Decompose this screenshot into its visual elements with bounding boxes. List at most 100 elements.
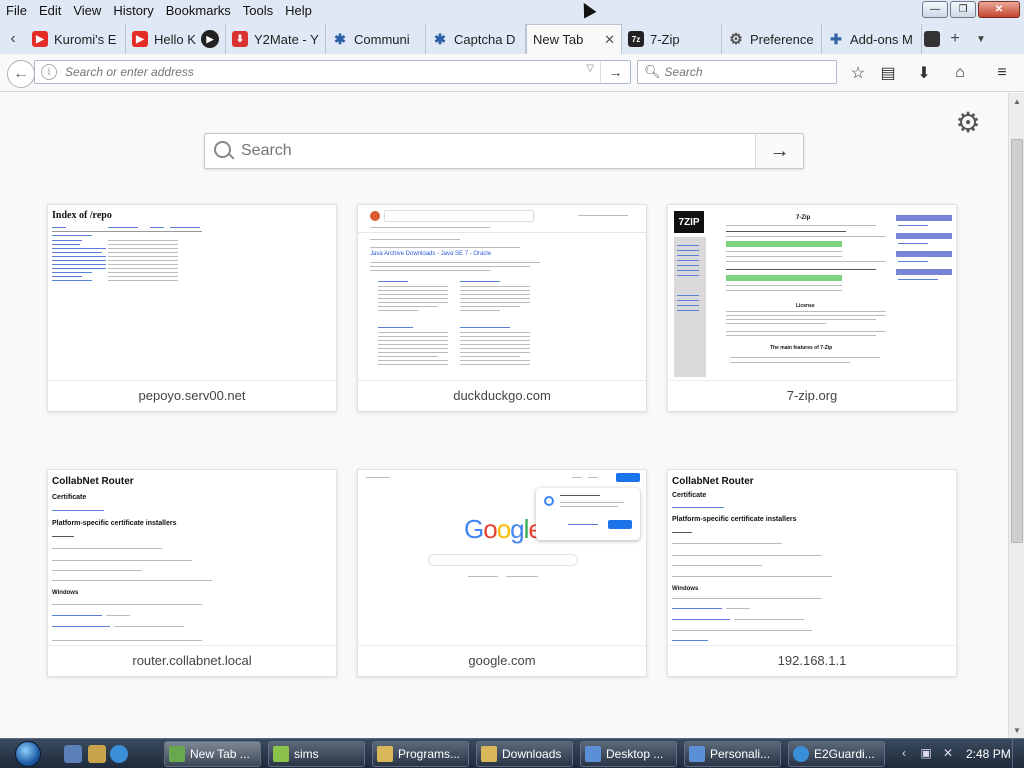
tab-7zip[interactable]: 7z 7-Zip — [622, 24, 722, 54]
thumb-subheading: Windows — [52, 590, 79, 596]
search-bar[interactable]: 🔍︎ — [637, 60, 837, 84]
downloads-icon[interactable]: ⬇ — [913, 62, 935, 84]
sign-in-popup-thumb — [536, 488, 640, 540]
new-tab-page: ⚙ → Index of /repo pepoyo.serv00. — [0, 93, 1008, 738]
thumb-heading: Index of /repo — [52, 210, 112, 221]
taskbar-button-label: Personali... — [710, 747, 771, 761]
new-tab-plus-icon[interactable]: + — [942, 24, 968, 54]
clock[interactable]: 2:48 PM — [966, 747, 1011, 761]
tab-hello[interactable]: ▶ Hello K ▶ — [126, 24, 226, 54]
tab-label: Add-ons M — [850, 31, 913, 47]
tile-title: google.com — [468, 653, 536, 668]
taskbar-button-downloads[interactable]: Downloads — [476, 741, 573, 767]
top-site-tile[interactable]: Google google.com — [357, 469, 647, 677]
thumb-heading: CollabNet Router — [52, 476, 134, 487]
menu-edit[interactable]: Edit — [33, 1, 67, 21]
taskbar-button-e2guardian[interactable]: E2Guardi... — [788, 741, 885, 767]
network-icon[interactable]: ▣ — [918, 746, 934, 762]
youtube-icon: ▶ — [132, 31, 148, 47]
url-input[interactable] — [65, 62, 545, 82]
menu-view[interactable]: View — [67, 1, 107, 21]
scroll-up-icon[interactable]: ▲ — [1009, 93, 1024, 109]
thumb-heading: Java Archive Downloads - Java SE 7 - Ora… — [370, 251, 492, 257]
ie-quick-icon[interactable] — [110, 745, 128, 763]
search-icon — [213, 140, 235, 162]
tab-communi[interactable]: ✱ Communi — [326, 24, 426, 54]
top-site-tile[interactable]: CollabNet Router Certificate Platform-sp… — [47, 469, 337, 677]
taskbar-button-sims[interactable]: sims — [268, 741, 365, 767]
go-arrow-icon[interactable]: → — [600, 61, 630, 83]
tab-label: Communi — [354, 31, 410, 47]
taskbar-button-new-tab[interactable]: New Tab ... — [164, 741, 261, 767]
start-button[interactable] — [6, 739, 50, 768]
thumb-subheading: Certificate — [52, 494, 87, 501]
home-icon[interactable]: ⌂ — [949, 62, 971, 84]
tab-y2mate[interactable]: ⬇ Y2Mate - Y — [226, 24, 326, 54]
menu-bar: File Edit View History Bookmarks Tools H… — [0, 0, 1024, 22]
page-search-input[interactable] — [241, 142, 741, 160]
google-logo: Google — [464, 514, 543, 544]
reading-list-icon[interactable]: ▤ — [877, 62, 899, 84]
hamburger-menu-icon[interactable]: ≡ — [991, 62, 1013, 84]
duckduckgo-logo-icon — [370, 211, 380, 221]
license-heading: License — [796, 303, 815, 309]
tab-label: Kuromi's E — [54, 31, 117, 47]
search-input[interactable] — [664, 65, 825, 79]
7zip-icon: 7z — [628, 31, 644, 47]
search-submit-arrow-icon[interactable]: → — [755, 134, 803, 168]
page-search-box[interactable]: → — [204, 133, 804, 169]
github-icon: ✱ — [434, 30, 446, 47]
show-desktop-button[interactable] — [1012, 739, 1024, 768]
tab-new-tab[interactable]: New Tab ✕ — [526, 24, 622, 54]
taskbar-button-programs[interactable]: Programs... — [372, 741, 469, 767]
tab-captcha[interactable]: ✱ Captcha D — [426, 24, 526, 54]
restore-button[interactable]: ❐ — [950, 1, 976, 18]
taskbar-button-label: Programs... — [398, 747, 461, 761]
top-site-tile[interactable]: CollabNet Router Certificate Platform-sp… — [667, 469, 957, 677]
tile-title: 7-zip.org — [786, 388, 838, 403]
tab-addons[interactable]: ✚ Add-ons M — [822, 24, 922, 54]
library-icon — [924, 31, 940, 47]
url-bar[interactable]: i ▽ → — [34, 60, 631, 84]
top-site-tile[interactable]: 7ZIP 7-Zip License The main features of … — [667, 204, 957, 412]
top-site-tile[interactable]: Java Archive Downloads - Java SE 7 - Ora… — [357, 204, 647, 412]
close-tab-icon[interactable]: ✕ — [604, 32, 615, 48]
7zip-logo-icon: 7ZIP — [674, 211, 704, 233]
menu-history[interactable]: History — [107, 1, 159, 21]
scrollbar-thumb[interactable] — [1011, 139, 1023, 543]
tab-kuromi[interactable]: ▶ Kuromi's E — [26, 24, 126, 54]
taskbar-button-label: Downloads — [502, 747, 562, 761]
show-desktop-quick-icon[interactable] — [64, 745, 82, 763]
y2mate-icon: ⬇ — [232, 31, 248, 47]
tray-expand-chevron-icon[interactable]: ‹ — [896, 746, 912, 762]
info-icon[interactable]: i — [41, 64, 57, 80]
tab-overflow[interactable] — [922, 24, 942, 54]
bookmark-star-icon[interactable]: ☆ — [847, 62, 869, 84]
menu-tools[interactable]: Tools — [237, 1, 279, 21]
sign-in-button-thumb — [616, 473, 640, 482]
volume-muted-icon[interactable]: ✕ — [940, 746, 956, 762]
tab-preferences[interactable]: ⚙ Preference — [722, 24, 822, 54]
menu-help[interactable]: Help — [279, 1, 318, 21]
taskbar-button-personalization[interactable]: Personali... — [684, 741, 781, 767]
vertical-scrollbar[interactable]: ▲ ▼ — [1008, 93, 1024, 738]
tab-scroll-left-icon[interactable]: ‹ — [0, 24, 26, 54]
explorer-quick-icon[interactable] — [88, 745, 106, 763]
scroll-down-icon[interactable]: ▼ — [1009, 722, 1024, 738]
menu-file[interactable]: File — [0, 1, 33, 21]
media-playing-icon[interactable]: ▶ — [201, 30, 219, 48]
tile-thumbnail: Java Archive Downloads - Java SE 7 - Ora… — [358, 205, 646, 381]
taskbar: New Tab ... sims Programs... Downloads D… — [0, 738, 1024, 768]
url-history-dropdown-icon[interactable]: ▽ — [586, 63, 594, 74]
github-icon: ✱ — [334, 30, 346, 47]
ie-icon — [793, 746, 809, 762]
top-site-tile[interactable]: Index of /repo pepoyo.serv00.net — [47, 204, 337, 412]
taskbar-button-desktop[interactable]: Desktop ... — [580, 741, 677, 767]
minimize-button[interactable]: — — [922, 1, 948, 18]
back-button[interactable]: ← — [7, 60, 35, 88]
taskbar-button-label: E2Guardi... — [814, 747, 875, 761]
settings-gear-icon[interactable]: ⚙ — [953, 107, 983, 138]
menu-bookmarks[interactable]: Bookmarks — [160, 1, 237, 21]
tab-list-chevron-icon[interactable]: ▼ — [968, 24, 994, 54]
close-button[interactable]: ✕ — [978, 1, 1020, 18]
